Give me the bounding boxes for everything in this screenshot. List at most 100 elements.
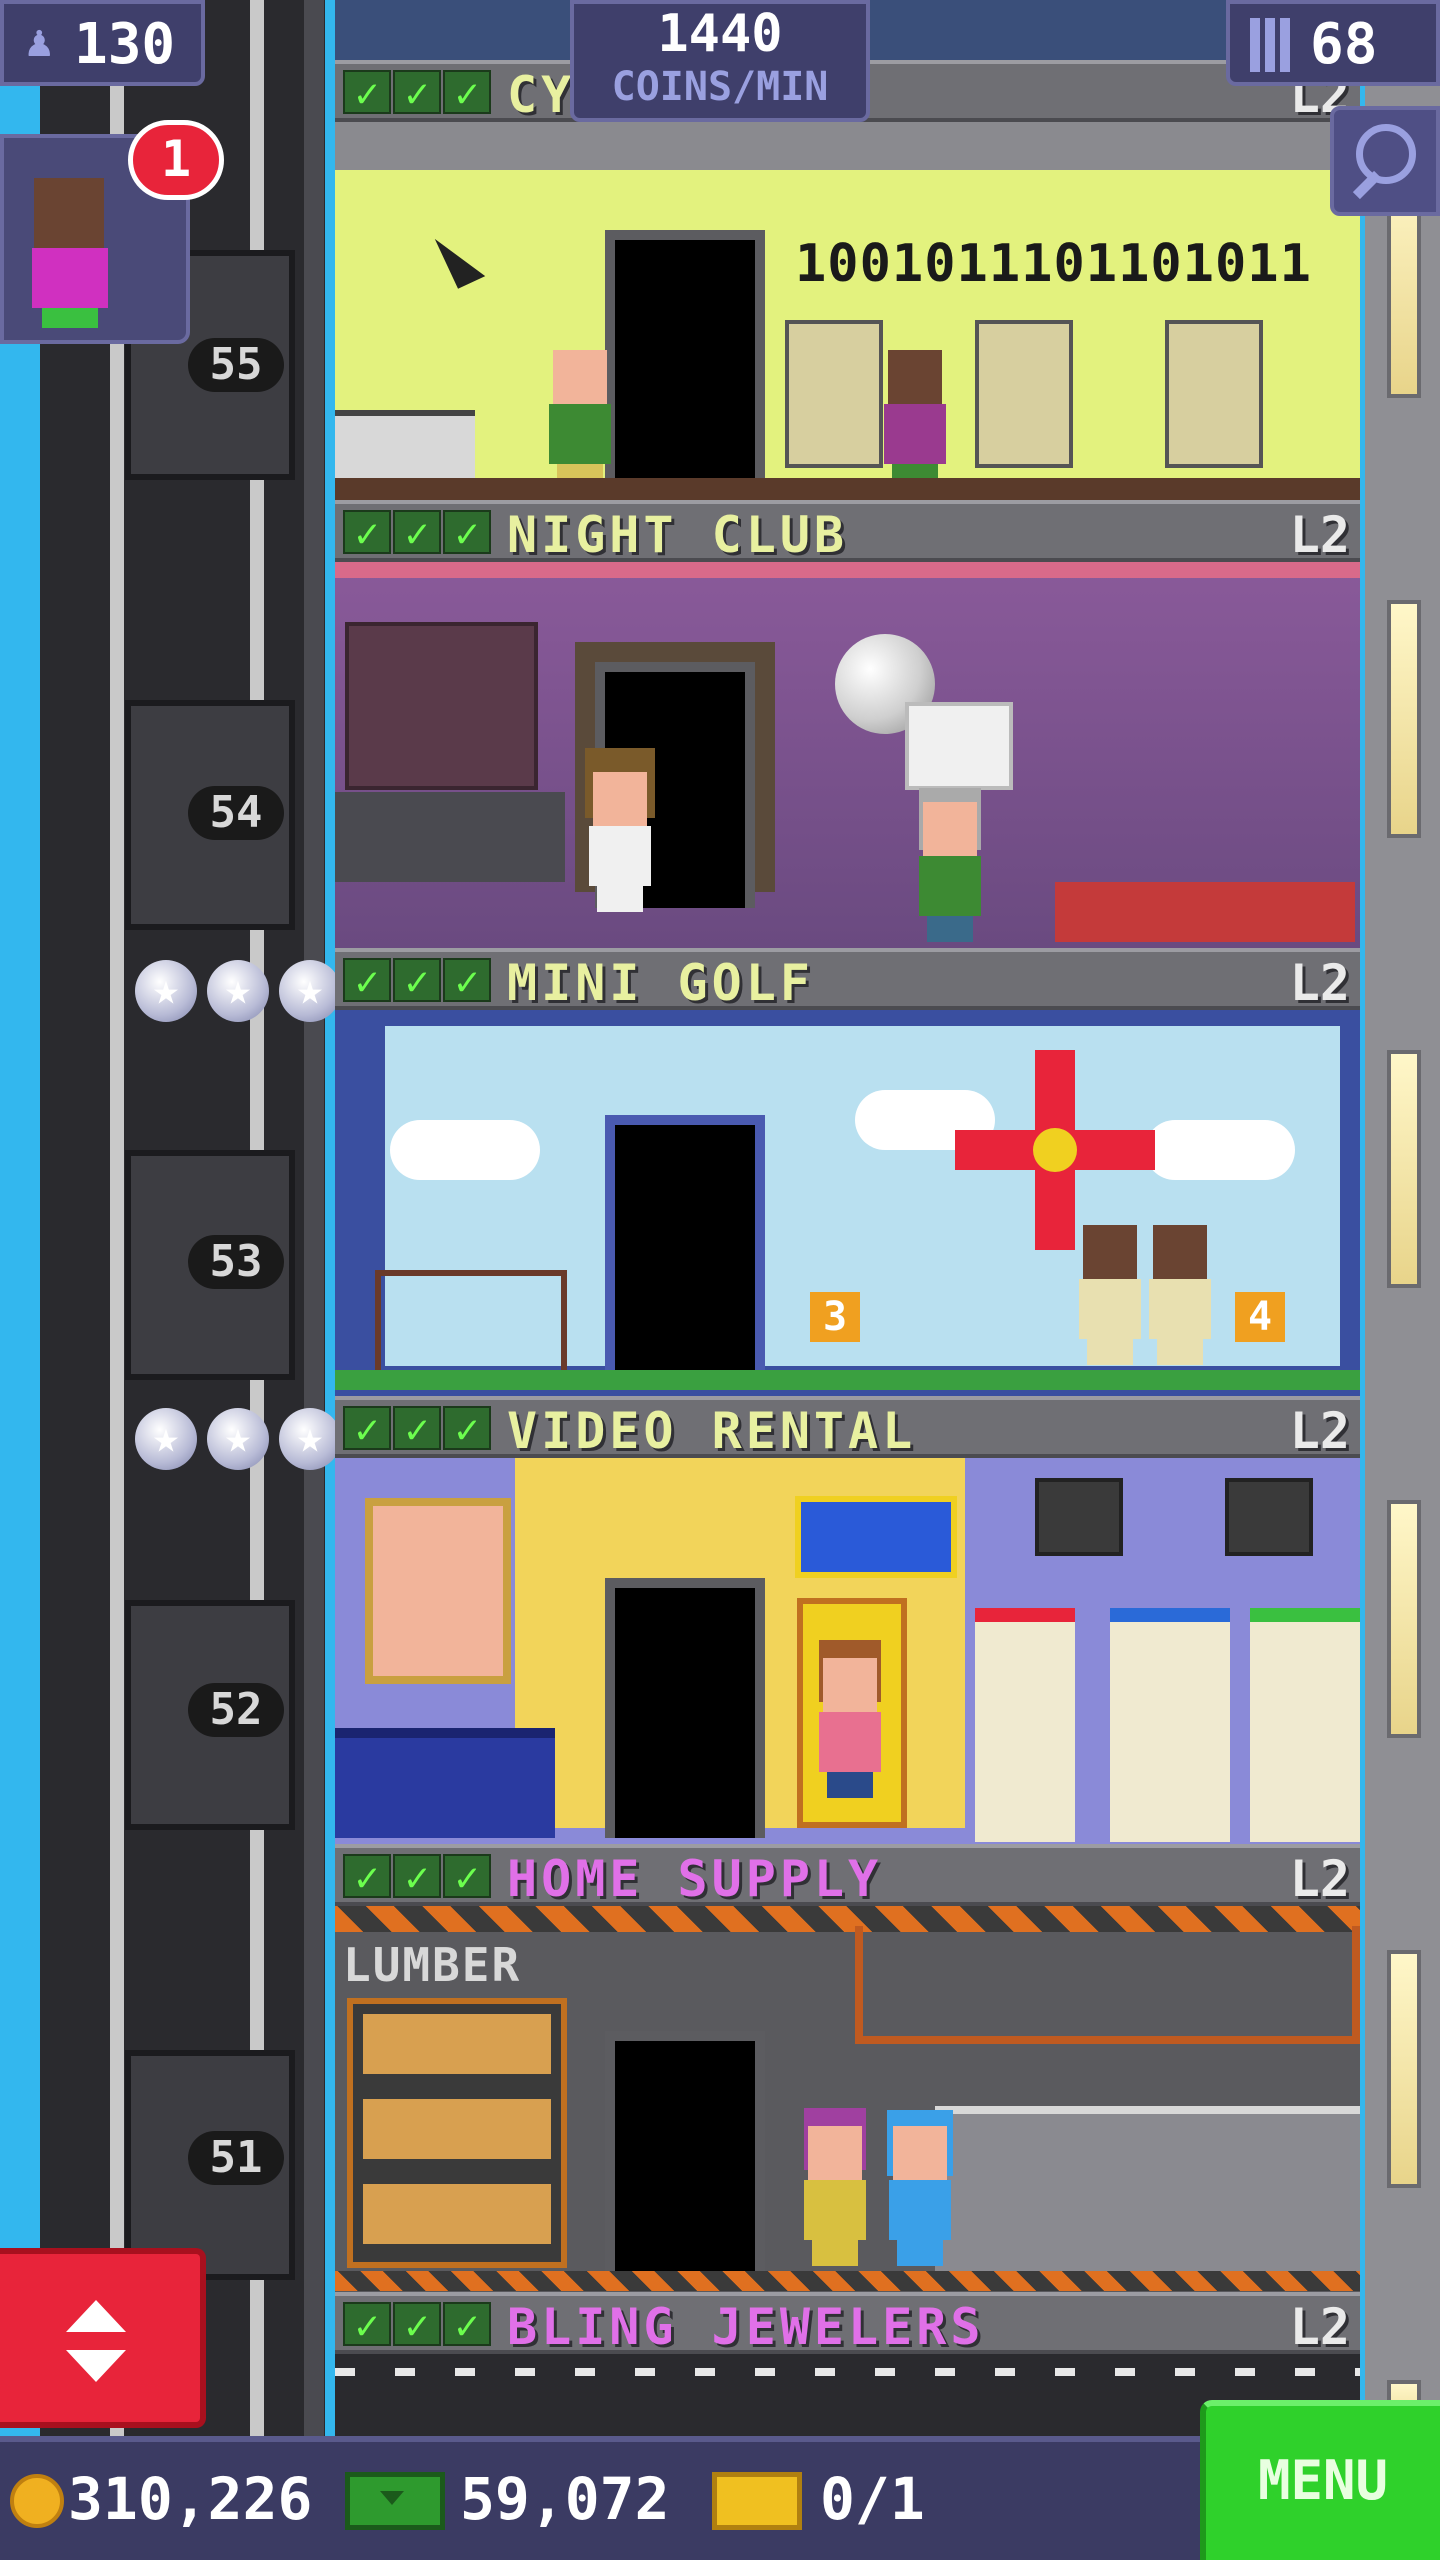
- star-rating: ★ ★ ★: [135, 960, 341, 1022]
- floor-number-55: 55: [188, 338, 284, 392]
- hardware-counter: [935, 2106, 1360, 2284]
- coins-per-min-panel: 1440 COINS/MIN: [570, 0, 870, 122]
- star-icon: ★: [279, 1408, 341, 1470]
- search-button[interactable]: [1330, 106, 1440, 216]
- video-shelf: [1110, 1608, 1230, 1842]
- coins-per-min-label: COINS/MIN: [611, 64, 829, 110]
- check-icon: ✓: [393, 510, 441, 556]
- visitor-avatar-head: [34, 178, 104, 248]
- floor-mini-golf[interactable]: ✓ ✓ ✓ MINI GOLF L2 3 4: [335, 948, 1360, 1396]
- lounge-sofa: [1055, 882, 1355, 942]
- residents-value: 130: [74, 12, 176, 77]
- check-icon: ✓: [393, 1406, 441, 1452]
- binary-display: 1001011101101011: [795, 234, 1312, 294]
- check-icon: ✓: [343, 1406, 391, 1452]
- checks: ✓ ✓ ✓: [343, 70, 491, 116]
- tickets-value: 0/1: [820, 2465, 925, 2533]
- floor-number-54: 54: [188, 786, 284, 840]
- menu-button[interactable]: MENU: [1200, 2400, 1440, 2560]
- room-door: [605, 1578, 765, 1838]
- check-icon: ✓: [393, 1854, 441, 1900]
- floor-name: CY: [507, 66, 576, 124]
- computer-terminal: [975, 320, 1073, 468]
- checks: ✓ ✓ ✓: [343, 958, 491, 1004]
- stage-trim: [335, 562, 1360, 578]
- check-icon: ✓: [393, 2302, 441, 2348]
- cloud: [390, 1120, 540, 1180]
- resident-bitizen[interactable]: [585, 772, 655, 912]
- resident-bitizen[interactable]: [885, 2126, 955, 2266]
- video-shelf: [975, 1608, 1075, 1842]
- bar-shelves: [345, 622, 538, 790]
- elevator-button[interactable]: [0, 2248, 206, 2428]
- floor-base: [335, 478, 1360, 500]
- check-icon: ✓: [343, 70, 391, 116]
- ceiling-lights: [335, 2368, 1360, 2376]
- up-arrow-icon: [66, 2300, 126, 2332]
- window: [1387, 600, 1421, 838]
- visitor-avatar-legs: [42, 308, 98, 328]
- check-icon: ✓: [343, 510, 391, 556]
- home-supply-room: LUMBER: [335, 1906, 1360, 2292]
- floor-home-supply[interactable]: ✓ ✓ ✓ HOME SUPPLY L2 LUMBER: [335, 1844, 1360, 2292]
- ceiling-lights-rail: [335, 122, 1360, 176]
- caution-floor: [335, 2271, 1360, 2291]
- cursor-icon: [434, 226, 486, 289]
- night-club-room: [335, 562, 1360, 948]
- floor-level: L2: [1289, 506, 1350, 564]
- floors-counter[interactable]: 68: [1226, 0, 1440, 86]
- hole-sign: 4: [1235, 1292, 1285, 1342]
- resident-bitizen[interactable]: [1075, 1225, 1145, 1365]
- star-rating: ★ ★ ★: [135, 1408, 341, 1470]
- check-icon: ✓: [393, 958, 441, 1004]
- ticket-sign: [795, 1496, 957, 1578]
- shaft-edge: [304, 0, 324, 2440]
- visitor-avatar-shirt: [32, 248, 108, 308]
- magnifier-icon: [1356, 124, 1416, 184]
- floor-night-club[interactable]: ✓ ✓ ✓ NIGHT CLUB L2: [335, 500, 1360, 948]
- resident-bitizen[interactable]: [800, 2126, 870, 2266]
- club-rack: [375, 1270, 567, 1376]
- check-icon: ✓: [443, 1406, 491, 1452]
- video-rental-room: [335, 1458, 1360, 1844]
- resident-bitizen[interactable]: [815, 1658, 885, 1798]
- star-icon: ★: [279, 960, 341, 1022]
- residents-counter[interactable]: ♟ 130: [0, 0, 205, 86]
- lumber-rack: [347, 1998, 567, 2268]
- bux-value: 59,072: [460, 2465, 670, 2533]
- resident-bitizen[interactable]: [1145, 1225, 1215, 1365]
- resident-bitizen[interactable]: [880, 350, 950, 490]
- cyber-room: 1001011101101011: [335, 170, 1360, 490]
- checks: ✓ ✓ ✓: [343, 510, 491, 556]
- resident-bitizen[interactable]: [545, 350, 615, 490]
- cloud: [1145, 1120, 1295, 1180]
- check-icon: ✓: [443, 2302, 491, 2348]
- computer-terminal: [1165, 320, 1263, 468]
- resident-bitizen[interactable]: [915, 802, 985, 942]
- elevator-rail-left: [110, 0, 124, 2440]
- wall-frame: [1035, 1478, 1123, 1556]
- star-icon: ★: [135, 960, 197, 1022]
- putting-green: [335, 1370, 1360, 1390]
- checks: ✓ ✓ ✓: [343, 1406, 491, 1452]
- floor-name: MINI GOLF: [507, 954, 814, 1012]
- elevator-shaft[interactable]: 55 54 53 52 51 ★ ★ ★ ★ ★ ★: [40, 0, 341, 2440]
- floor-header: ✓ ✓ ✓ MINI GOLF L2: [335, 948, 1360, 1010]
- floor-header: ✓ ✓ ✓ NIGHT CLUB L2: [335, 500, 1360, 562]
- floor-number-52: 52: [188, 1683, 284, 1737]
- floor-name: BLING JEWELERS: [507, 2298, 985, 2356]
- speech-bubble[interactable]: [905, 702, 1013, 790]
- star-icon: ★: [207, 1408, 269, 1470]
- movie-poster: [365, 1498, 511, 1684]
- star-icon: ★: [207, 960, 269, 1022]
- ticket-icon: [712, 2472, 802, 2530]
- bar-counter: [335, 792, 565, 882]
- building-right-wall: [1365, 0, 1440, 2440]
- coins-per-min-value: 1440: [657, 4, 783, 64]
- floor-level: L2: [1289, 1850, 1350, 1908]
- coins-value: 310,226: [68, 2465, 313, 2533]
- computer-terminal: [785, 320, 883, 468]
- star-icon: ★: [135, 1408, 197, 1470]
- floor-video-rental[interactable]: ✓ ✓ ✓ VIDEO RENTAL L2: [335, 1396, 1360, 1844]
- mini-golf-room: 3 4: [335, 1010, 1360, 1396]
